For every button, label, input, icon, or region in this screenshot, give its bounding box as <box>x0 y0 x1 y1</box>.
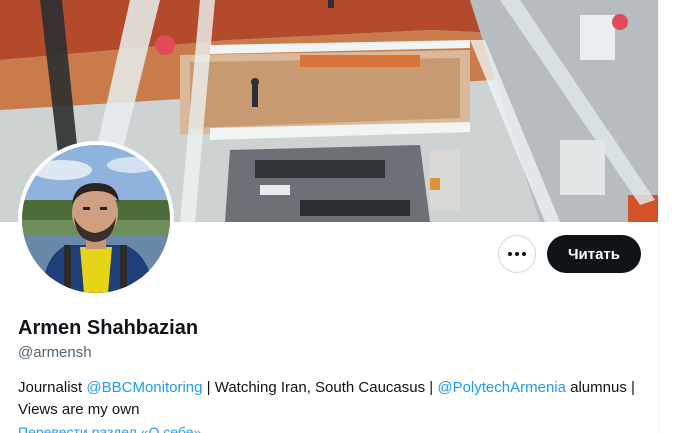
more-horizontal-icon <box>508 252 526 256</box>
bio-mention-polytecharmenia[interactable]: @PolytechArmenia <box>437 379 566 396</box>
more-options-button[interactable] <box>498 235 536 273</box>
display-name: Armen Shahbazian <box>18 317 199 339</box>
follow-button[interactable]: Читать <box>547 235 641 273</box>
bio-text: Journalist <box>18 379 87 396</box>
profile-page: Читать Armen Shahbazian @armensh Journal… <box>0 0 693 433</box>
avatar[interactable] <box>18 141 174 297</box>
bio-mention-bbcmonitoring[interactable]: @BBCMonitoring <box>86 379 202 396</box>
translate-bio-link[interactable]: Перевести раздел «О себе» <box>18 424 201 433</box>
avatar-image <box>22 145 170 293</box>
right-gutter <box>658 0 693 433</box>
user-handle: @armensh <box>18 344 92 361</box>
bio-text: | Watching Iran, South Caucasus | <box>202 379 438 396</box>
profile-bio: Journalist @BBCMonitoring | Watching Ira… <box>18 377 638 421</box>
